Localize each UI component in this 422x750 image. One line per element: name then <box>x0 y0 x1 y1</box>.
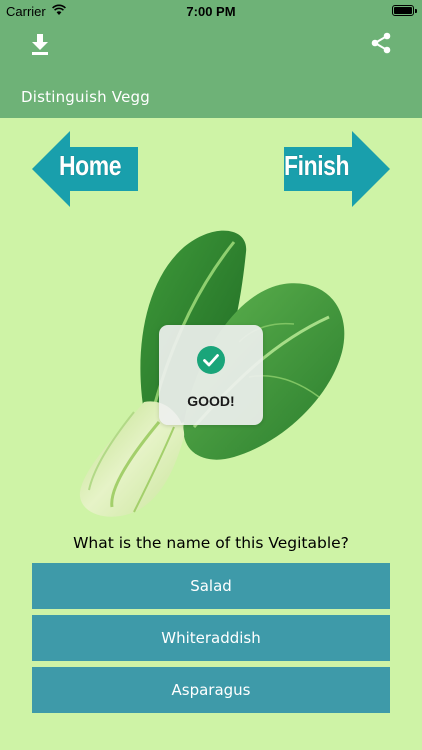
battery-icon <box>392 5 417 16</box>
feedback-toast: GOOD! <box>159 325 263 425</box>
home-button[interactable]: Home <box>32 131 138 207</box>
question-text: What is the name of this Vegitable? <box>73 534 349 552</box>
home-label: Home <box>59 150 122 181</box>
toast-message: GOOD! <box>187 393 235 409</box>
page-title: Distinguish Vegg <box>21 88 150 106</box>
status-bar: Carrier 7:00 PM <box>0 0 422 22</box>
answer-button-asparagus[interactable]: Asparagus <box>32 667 390 713</box>
finish-label: Finish <box>284 150 350 181</box>
share-icon[interactable] <box>370 32 392 54</box>
nav-bar: Distinguish Vegg <box>0 22 422 118</box>
answer-label: Salad <box>190 577 232 595</box>
answer-label: Whiteraddish <box>161 629 261 647</box>
check-circle-icon <box>197 346 225 374</box>
answer-button-salad[interactable]: Salad <box>32 563 390 609</box>
download-icon[interactable] <box>29 32 51 56</box>
status-time: 7:00 PM <box>186 4 236 19</box>
finish-button[interactable]: Finish <box>284 131 390 207</box>
answer-button-whiteraddish[interactable]: Whiteraddish <box>32 615 390 661</box>
answer-label: Asparagus <box>171 681 251 699</box>
